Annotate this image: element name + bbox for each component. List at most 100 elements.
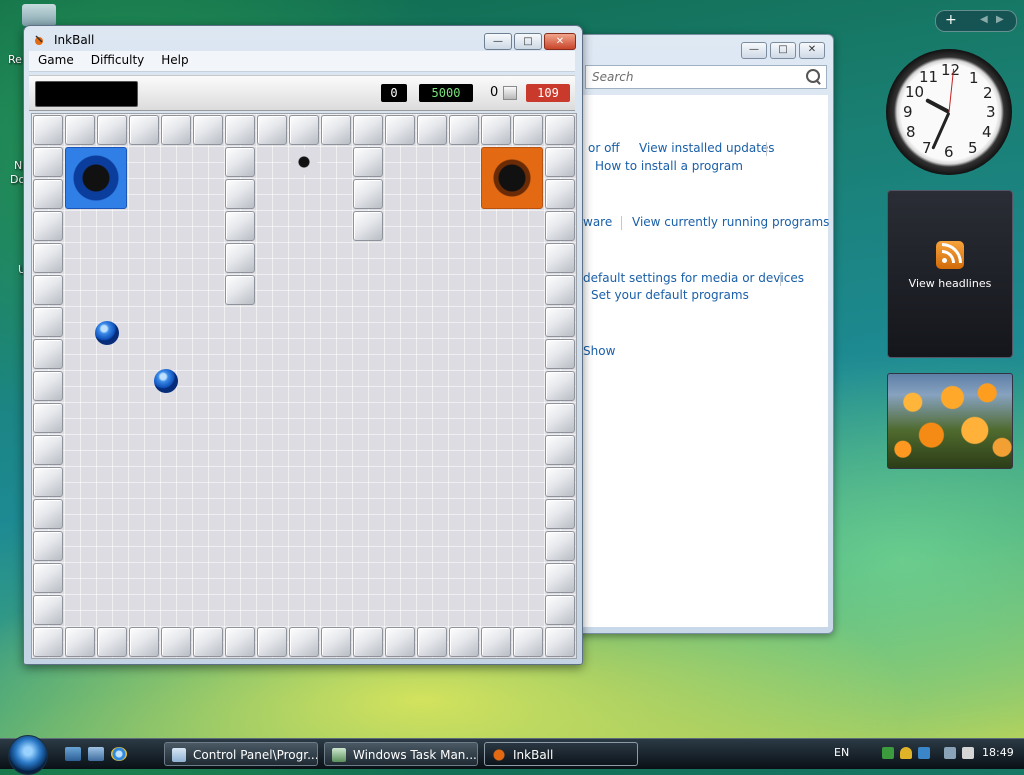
wall-block — [417, 115, 447, 145]
link-default-settings-media[interactable]: default settings for media or devices — [583, 271, 804, 285]
maximize-button[interactable]: □ — [514, 33, 542, 50]
minimize-button[interactable]: — — [484, 33, 512, 50]
taskbar-item-task-manager[interactable]: Windows Task Man... — [324, 742, 478, 766]
wall-block — [545, 371, 575, 401]
wall-block — [225, 115, 255, 145]
link-separator — [780, 272, 781, 286]
wall-block — [33, 627, 63, 657]
internet-explorer-icon[interactable] — [111, 747, 127, 761]
wall-block — [33, 339, 63, 369]
wall-block — [385, 627, 415, 657]
wall-block — [545, 435, 575, 465]
wall-block — [449, 627, 479, 657]
wall-block — [225, 243, 255, 273]
volume-muted-icon[interactable] — [962, 747, 974, 759]
window-title: InkBall — [54, 33, 95, 47]
wall-block — [545, 243, 575, 273]
feed-headlines-gadget[interactable]: View headlines — [887, 190, 1013, 358]
wall-block — [545, 115, 575, 145]
system-clock[interactable]: 18:49 — [982, 746, 1014, 759]
switch-windows-icon[interactable] — [88, 747, 104, 761]
network-tray-icon[interactable] — [882, 747, 894, 759]
control-panel-icon — [172, 748, 186, 762]
balls-count: 0 — [490, 85, 499, 100]
control-panel-window[interactable]: — □ ✕ Search or off View installed updat… — [562, 34, 834, 634]
start-button[interactable] — [8, 735, 48, 775]
view-headlines-link[interactable]: View headlines — [888, 277, 1012, 290]
clock-numeral: 4 — [982, 123, 992, 141]
wall-block — [385, 115, 415, 145]
link-view-installed-updates[interactable]: View installed updates — [639, 141, 775, 155]
link-view-running-programs[interactable]: View currently running programs — [632, 215, 829, 229]
taskbar-item-label: InkBall — [513, 748, 554, 762]
wall-block — [33, 115, 63, 145]
menu-game[interactable]: Game — [29, 51, 82, 71]
score-bar: 0 5000 0 109 — [29, 75, 575, 111]
language-indicator[interactable]: EN — [834, 746, 849, 759]
link-get-software[interactable]: ware — [583, 215, 612, 229]
rss-icon — [936, 241, 964, 269]
wall-block — [129, 115, 159, 145]
wall-block — [33, 435, 63, 465]
wall-block — [449, 115, 479, 145]
wall-block — [33, 595, 63, 625]
wall-block — [129, 627, 159, 657]
wall-block — [545, 211, 575, 241]
wall-block — [353, 179, 383, 209]
clock-numeral: 12 — [941, 61, 961, 79]
link-how-to-install[interactable]: How to install a program — [595, 159, 743, 173]
inkball-window[interactable]: InkBall — □ ✕ Game Difficulty Help 0 500… — [23, 25, 583, 665]
link-show[interactable]: Show — [583, 344, 615, 358]
taskbar-item-inkball[interactable]: InkBall — [484, 742, 638, 766]
wall-block — [545, 403, 575, 433]
wall-block — [289, 627, 319, 657]
search-input[interactable]: Search — [585, 65, 827, 89]
clock-gadget[interactable]: 12 1 2 3 4 5 6 7 8 9 10 11 — [886, 49, 1012, 175]
wall-block — [161, 627, 191, 657]
wall-block — [513, 115, 543, 145]
desktop-label-network: N — [14, 159, 23, 172]
cp-close-button[interactable]: ✕ — [799, 42, 825, 59]
prev-gadget-button[interactable]: ◀ — [980, 14, 988, 25]
search-placeholder: Search — [592, 70, 634, 84]
menu-difficulty[interactable]: Difficulty — [82, 51, 153, 71]
next-gadget-button[interactable]: ▶ — [996, 14, 1004, 25]
wall-block — [545, 531, 575, 561]
network-connection-icon[interactable] — [944, 747, 956, 759]
desktop-label-recycle: Re — [8, 53, 22, 66]
game-board[interactable] — [31, 113, 577, 659]
clock-numeral: 5 — [968, 139, 978, 157]
link-turn-features-on-off[interactable]: or off — [588, 141, 620, 155]
inkball-app-icon — [35, 35, 43, 45]
wall-block — [33, 563, 63, 593]
search-icon[interactable] — [806, 69, 820, 83]
taskbar: Control Panel\Progr... Windows Task Man.… — [0, 735, 1024, 775]
gray-hole — [291, 149, 317, 175]
link-set-default-programs[interactable]: Set your default programs — [591, 288, 749, 302]
menu-help[interactable]: Help — [152, 51, 196, 71]
close-button[interactable]: ✕ — [544, 33, 576, 50]
control-panel-content: or off View installed updates How to ins… — [583, 95, 829, 627]
sync-tray-icon[interactable] — [918, 747, 930, 759]
blue-ball — [95, 321, 119, 345]
slideshow-gadget[interactable] — [887, 373, 1013, 469]
score-display: 0 — [381, 84, 407, 102]
cp-minimize-button[interactable]: — — [741, 42, 767, 59]
recycle-bin-icon[interactable] — [22, 4, 56, 26]
wall-block — [545, 147, 575, 177]
wall-block — [33, 275, 63, 305]
close-icon: ✕ — [555, 35, 565, 47]
wall-block — [545, 499, 575, 529]
maximize-icon: □ — [523, 35, 533, 47]
show-desktop-icon[interactable] — [65, 747, 81, 761]
wall-block — [193, 115, 223, 145]
cp-maximize-button[interactable]: □ — [770, 42, 796, 59]
clock-numeral: 6 — [944, 143, 954, 161]
taskbar-item-control-panel[interactable]: Control Panel\Progr... — [164, 742, 318, 766]
wall-block — [33, 147, 63, 177]
wall-block — [353, 115, 383, 145]
add-gadget-button[interactable]: + — [945, 12, 957, 28]
wall-block — [289, 115, 319, 145]
security-shield-icon[interactable] — [900, 747, 912, 759]
clock-numeral: 9 — [903, 103, 913, 121]
